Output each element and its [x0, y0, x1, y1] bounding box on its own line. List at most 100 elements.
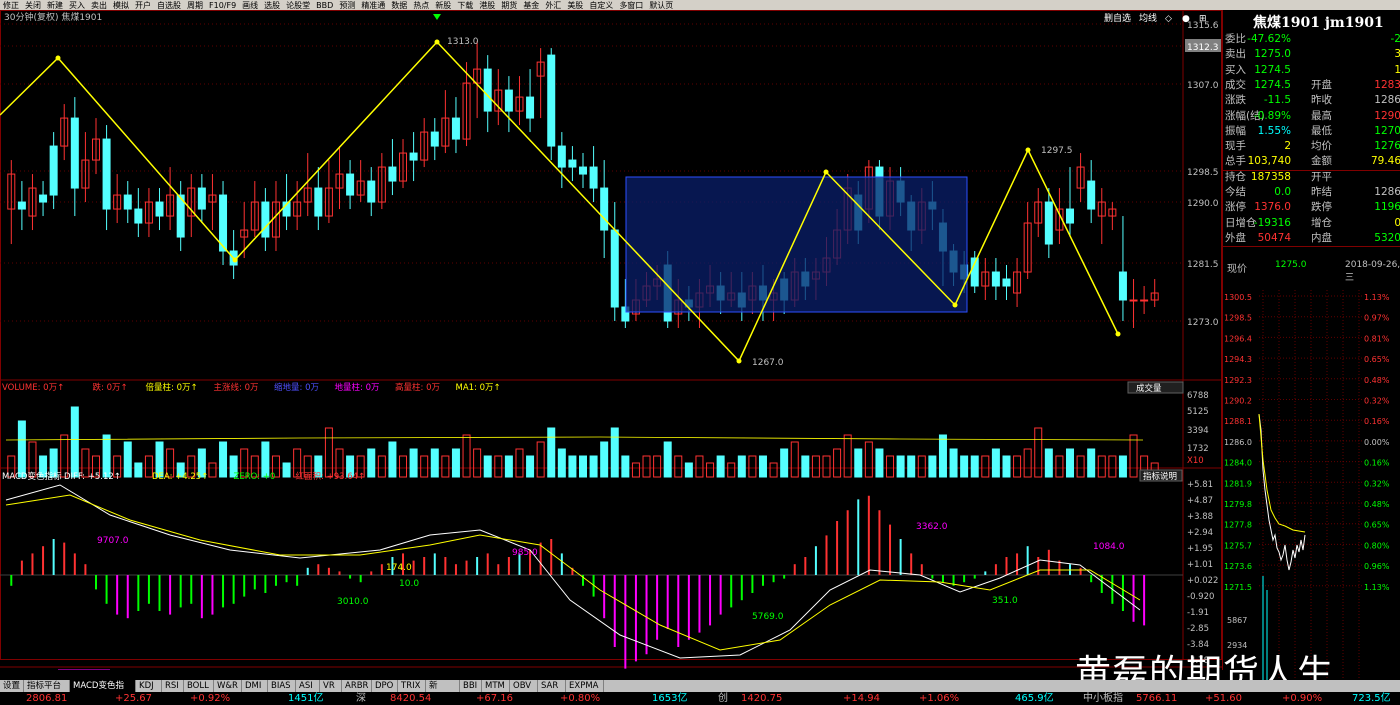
- volume-bar: [642, 455, 651, 478]
- indicator-tab[interactable]: W&R: [214, 680, 242, 692]
- toolbar-item[interactable]: 下载: [457, 1, 473, 10]
- volume-legend-item: 倍量柱: 0万↑: [146, 382, 198, 393]
- quote-label: 振幅: [1225, 124, 1246, 137]
- zigzag-pivot: [232, 257, 238, 263]
- mini-pct-tick: 0.80%: [1364, 541, 1390, 550]
- indicator-tab[interactable]: 设置: [0, 680, 24, 692]
- status-item: 深: [356, 693, 366, 704]
- toolbar-item[interactable]: 外汇: [545, 1, 561, 10]
- macd-legend-item: MACD变色指标: [2, 471, 62, 482]
- indicator-tab[interactable]: MTM: [482, 680, 510, 692]
- volume-dropdown-label: 成交量: [1136, 383, 1162, 394]
- quote-label: 涨跌: [1225, 94, 1246, 107]
- toolbar-item[interactable]: 期货: [501, 1, 517, 10]
- quote-value-2: 1270: [1374, 124, 1400, 137]
- macd-tick-label: -2.85: [1187, 624, 1209, 634]
- toolbar-item[interactable]: F10/F9: [209, 1, 236, 10]
- volume-bar: [219, 441, 228, 478]
- price-tick-label: 1298.5: [1187, 168, 1219, 178]
- volume-legend-item: VOLUME: 0万↑: [2, 383, 64, 393]
- status-item: 2806.81: [26, 693, 68, 704]
- toolbar-item[interactable]: 精准通: [361, 1, 385, 10]
- indicator-tab[interactable]: BIAS: [268, 680, 296, 692]
- macd-tick-label: -1.91: [1187, 608, 1209, 618]
- candle-body: [409, 152, 418, 161]
- volume-tick-label: 3394: [1187, 426, 1209, 436]
- quote-label-2: 最高: [1311, 109, 1332, 122]
- toolbar-item[interactable]: BBD: [316, 1, 333, 10]
- volume-bar: [1002, 455, 1011, 478]
- quote-value: 0.0: [1274, 186, 1291, 198]
- indicator-tab[interactable]: BBI: [460, 680, 482, 692]
- indicator-tab[interactable]: RSI: [162, 680, 184, 692]
- zigzag-pivot: [434, 39, 440, 45]
- indicator-tab[interactable]: OBV: [510, 680, 538, 692]
- volume-bar: [896, 455, 905, 478]
- quote-row: 涨跌 -11.5 昨收 1286: [1225, 93, 1400, 108]
- indicator-tab[interactable]: ASI: [296, 680, 320, 692]
- toolbar-item[interactable]: 新股: [435, 1, 451, 10]
- toolbar-item[interactable]: 热点: [413, 1, 429, 10]
- toolbar-item[interactable]: 美股: [567, 1, 583, 10]
- indicator-tab[interactable]: 新DMA: [426, 680, 460, 703]
- candle-body: [526, 96, 535, 119]
- candle-body: [102, 138, 111, 210]
- volume-bar: [1108, 455, 1117, 478]
- toolbar-item[interactable]: 自定义: [589, 1, 613, 10]
- toolbar-item[interactable]: 港股: [479, 1, 495, 10]
- macd-area-label: 3010.0: [337, 597, 369, 607]
- quote-row: 今结 0.0 昨结 1286: [1225, 185, 1400, 200]
- volume-tick-label: 5125: [1187, 407, 1209, 417]
- indicator-tab[interactable]: KDJ: [136, 680, 162, 692]
- volume-bar: [864, 441, 873, 478]
- toolbar-item[interactable]: 选股: [264, 1, 280, 10]
- mini-price-tick: 1271.5: [1224, 583, 1252, 592]
- macd-area-label: 9707.0: [97, 536, 129, 546]
- kline-chart[interactable]: 1315.61312.31307.01298.51290.01281.51273…: [0, 10, 1222, 680]
- toolbar-item[interactable]: 画线: [242, 1, 258, 10]
- mini-pct-tick: 0.48%: [1364, 376, 1390, 385]
- candle-body: [1087, 180, 1096, 210]
- toolbar-item[interactable]: 模拟: [113, 1, 129, 10]
- volume-legend-item: 缩地量: 0万: [274, 382, 319, 393]
- quote-label: 现手: [1225, 140, 1246, 153]
- zigzag-pivot: [736, 358, 742, 364]
- indicator-tab[interactable]: SAR: [538, 680, 566, 692]
- quote-value: 1274.5: [1254, 63, 1291, 76]
- indicator-tab[interactable]: ARBR: [342, 680, 372, 692]
- toolbar-item[interactable]: 卖出: [91, 1, 107, 10]
- price-tick-label: 1312.3: [1187, 43, 1219, 53]
- toolbar-item[interactable]: 买入: [69, 1, 85, 10]
- indicator-tab[interactable]: VR: [320, 680, 342, 692]
- toolbar-item[interactable]: 多窗口: [619, 1, 643, 10]
- indicator-tab[interactable]: BOLL: [184, 680, 214, 692]
- toolbar-item[interactable]: 预测: [339, 1, 355, 10]
- quote-value: -11.5: [1263, 94, 1291, 107]
- toolbar-item[interactable]: 修正: [3, 1, 19, 10]
- indicator-tab[interactable]: MACD变色指标: [70, 680, 136, 703]
- indicator-tab[interactable]: DPO: [372, 680, 398, 692]
- toolbar-item[interactable]: 新建: [47, 1, 63, 10]
- volume-bar: [737, 455, 746, 478]
- volume-bar: [886, 455, 895, 478]
- quote-row: 买入 1274.5 1: [1225, 63, 1400, 78]
- volume-legend-item: 跌: 0万↑: [93, 382, 128, 393]
- toolbar-item[interactable]: 周期: [187, 1, 203, 10]
- indicator-tab[interactable]: 指标平台: [24, 680, 70, 692]
- toolbar-item[interactable]: 开户: [135, 1, 151, 10]
- toolbar-item[interactable]: 默认页: [649, 1, 673, 10]
- intraday-mini-chart[interactable]: 1300.5 1.13% 1298.5 0.97% 1296.4 0.81% 1294.3 0…: [1223, 290, 1400, 680]
- toolbar-item[interactable]: 数据: [391, 1, 407, 10]
- candle-body: [49, 145, 58, 196]
- quote-label: 持仓: [1225, 170, 1246, 183]
- toolbar-item[interactable]: 关闭: [25, 1, 41, 10]
- macd-legend-item: 红面积: +93.64↑: [296, 471, 366, 482]
- toolbar-item[interactable]: 论股堂: [286, 1, 310, 10]
- toolbar-item[interactable]: 基金: [523, 1, 539, 10]
- volume-bar: [843, 434, 852, 478]
- indicator-tab[interactable]: EXPMA: [566, 680, 604, 692]
- toolbar-item[interactable]: 自选股: [157, 1, 181, 10]
- indicator-tab[interactable]: TRIX: [398, 680, 426, 692]
- zigzag-pivot: [952, 302, 958, 308]
- indicator-tab[interactable]: DMI: [242, 680, 268, 692]
